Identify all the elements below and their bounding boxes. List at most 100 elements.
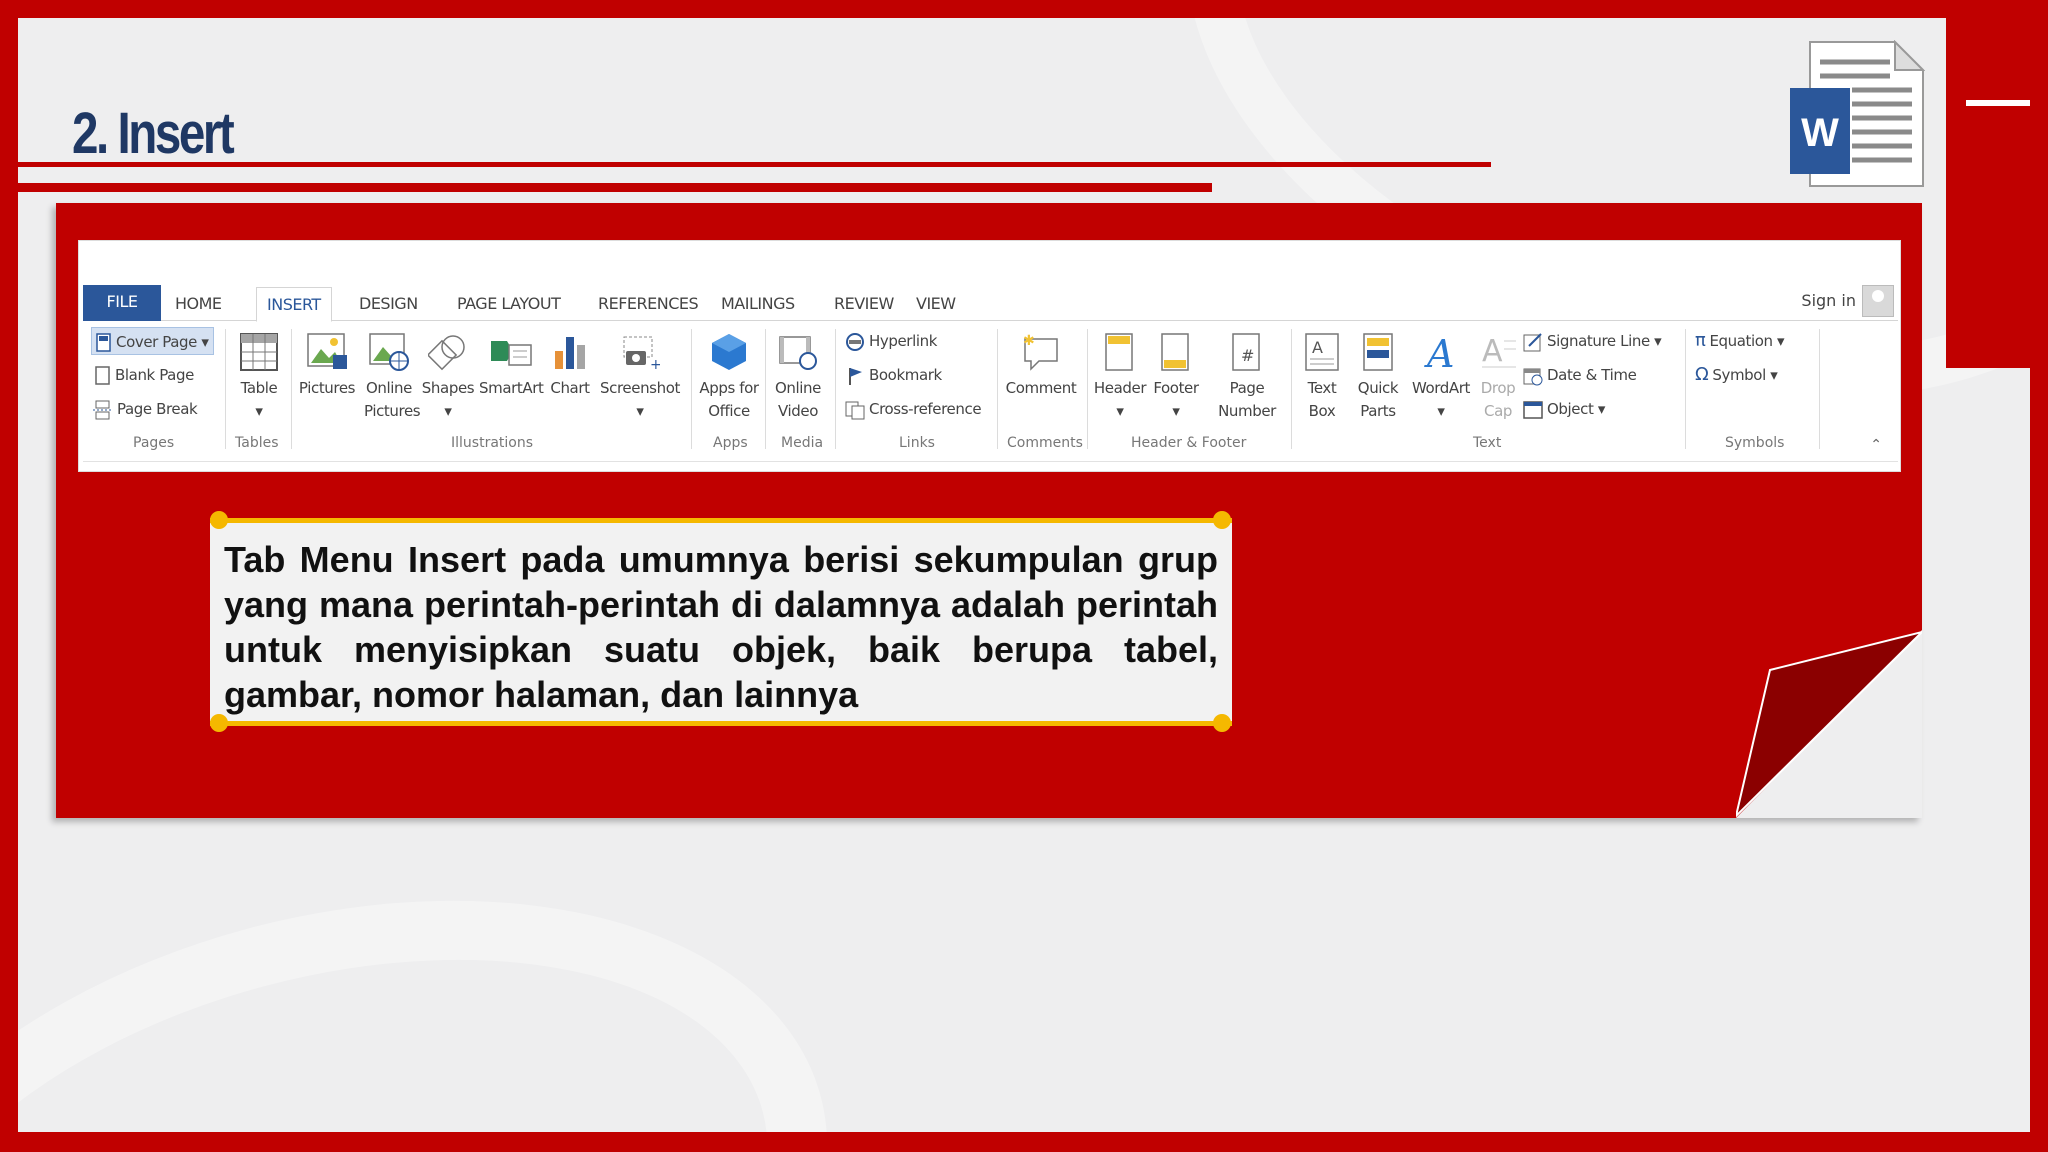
user-avatar-icon[interactable] <box>1862 285 1894 317</box>
shapes-button[interactable]: Shapes ▾ <box>421 333 475 423</box>
date-time-label: Date & Time <box>1547 366 1637 384</box>
table-icon <box>240 333 278 371</box>
page-break-label: Page Break <box>117 400 198 418</box>
footer-button[interactable]: Footer ▾ <box>1149 333 1203 423</box>
object-button[interactable]: Object ▾ <box>1523 395 1605 423</box>
callout-text: Tab Menu Insert pada umumnya berisi seku… <box>224 539 1218 715</box>
tab-review[interactable]: REVIEW <box>824 287 904 321</box>
quick-parts-button[interactable]: Quick Parts <box>1351 333 1405 423</box>
group-label-illustrations: Illustrations <box>451 435 534 451</box>
group-label-header-footer: Header & Footer <box>1131 435 1247 451</box>
word-ribbon-screenshot: FILE HOME INSERT DESIGN PAGE LAYOUT REFE… <box>78 240 1901 472</box>
online-video-button[interactable]: Online Video <box>771 333 825 423</box>
tab-view[interactable]: VIEW <box>906 287 966 321</box>
header-icon <box>1105 333 1133 371</box>
wordart-label: WordArt <box>1411 379 1471 397</box>
smartart-button[interactable]: SmartArt <box>479 333 544 400</box>
bookmark-icon <box>849 367 862 385</box>
chart-icon <box>555 337 585 369</box>
tab-file[interactable]: FILE <box>83 285 161 321</box>
cover-page-button[interactable]: Cover Page ▾ <box>91 327 214 355</box>
group-separator <box>291 329 292 449</box>
cross-reference-button[interactable]: Cross-reference <box>845 395 982 423</box>
collapse-ribbon-icon[interactable]: ⌃ <box>1870 437 1882 453</box>
cross-reference-label: Cross-reference <box>869 400 982 418</box>
group-separator <box>691 329 692 449</box>
footer-icon <box>1161 333 1189 371</box>
calendar-icon <box>1523 368 1543 385</box>
group-separator <box>225 329 226 449</box>
text-box-button[interactable]: A Text Box <box>1297 333 1347 423</box>
svg-text:#: # <box>1241 346 1254 365</box>
group-label-text: Text <box>1473 435 1502 451</box>
svg-text:+: + <box>650 357 660 371</box>
wordart-button[interactable]: A WordArt ▾ <box>1409 333 1473 423</box>
screenshot-button[interactable]: + Screenshot ▾ <box>597 333 683 423</box>
table-button[interactable]: Table ▾ <box>233 333 285 423</box>
apps-for-office-button[interactable]: Apps for Office <box>697 333 761 423</box>
comment-label: Comment <box>1005 379 1077 397</box>
symbol-button[interactable]: Ω Symbol ▾ <box>1695 361 1778 389</box>
title-underline-thick <box>18 183 1212 192</box>
drop-cap-label: Drop Cap <box>1480 379 1516 420</box>
tab-page-layout[interactable]: PAGE LAYOUT <box>447 287 570 321</box>
apps-for-office-icon <box>712 334 746 370</box>
ribbon-bottom-edge <box>83 461 1898 469</box>
group-separator <box>1819 329 1820 449</box>
online-pictures-label: Online Pictures <box>364 379 421 420</box>
screenshot-label: Screenshot <box>600 379 680 397</box>
pi-icon: π <box>1695 330 1706 351</box>
group-label-comments: Comments <box>1007 435 1083 451</box>
signature-line-button[interactable]: Signature Line ▾ <box>1523 327 1662 355</box>
tab-mailings[interactable]: MAILINGS <box>711 287 805 321</box>
tab-references[interactable]: REFERENCES <box>588 287 708 321</box>
bookmark-label: Bookmark <box>869 366 942 384</box>
online-pictures-button[interactable]: Online Pictures <box>359 333 421 423</box>
group-label-media: Media <box>781 435 824 451</box>
object-label: Object <box>1547 400 1594 418</box>
accent-dash <box>1966 100 2030 106</box>
header-label: Header <box>1093 379 1147 397</box>
signature-line-icon <box>1523 332 1542 351</box>
page-break-button[interactable]: Page Break <box>93 395 198 423</box>
svg-text:A: A <box>1424 333 1454 371</box>
header-button[interactable]: Header ▾ <box>1093 333 1147 423</box>
screenshot-icon: + <box>623 336 660 371</box>
tab-design[interactable]: DESIGN <box>349 287 428 321</box>
comment-button[interactable]: ✱ Comment <box>1003 333 1079 400</box>
slide-title: 2. Insert <box>72 101 235 166</box>
pictures-label: Pictures <box>298 379 356 397</box>
tab-home[interactable]: HOME <box>165 287 232 321</box>
sign-in-link[interactable]: Sign in <box>1801 291 1856 310</box>
group-separator <box>1685 329 1686 449</box>
blank-page-icon <box>95 365 110 385</box>
chart-label: Chart <box>550 379 590 397</box>
blank-page-label: Blank Page <box>115 366 194 384</box>
callout-corner-dot <box>1213 714 1231 732</box>
quick-parts-label: Quick Parts <box>1357 379 1399 420</box>
hyperlink-icon <box>846 332 864 351</box>
equation-button[interactable]: π Equation ▾ <box>1695 327 1785 355</box>
hyperlink-button[interactable]: Hyperlink <box>845 327 937 355</box>
page-curl-decoration <box>1736 630 1922 818</box>
shapes-icon <box>428 335 465 371</box>
online-video-label: Online Video <box>775 379 821 420</box>
text-box-icon: A <box>1305 333 1339 371</box>
svg-text:A: A <box>1482 334 1503 369</box>
bookmark-button[interactable]: Bookmark <box>845 361 942 389</box>
pictures-button[interactable]: Pictures <box>297 333 357 400</box>
tab-insert[interactable]: INSERT <box>256 287 332 322</box>
svg-text:A: A <box>1312 338 1323 357</box>
smartart-icon <box>491 341 532 366</box>
table-label: Table <box>240 379 278 397</box>
hyperlink-label: Hyperlink <box>869 332 938 350</box>
right-accent-strip <box>1946 18 2030 368</box>
group-label-apps: Apps <box>713 435 748 451</box>
drop-cap-button[interactable]: A Drop Cap <box>1475 333 1521 423</box>
date-time-button[interactable]: Date & Time <box>1523 361 1637 389</box>
page-number-button[interactable]: # Page Number <box>1207 333 1287 423</box>
blank-page-button[interactable]: Blank Page <box>95 361 194 389</box>
chart-button[interactable]: Chart <box>547 333 593 400</box>
quick-parts-icon <box>1363 333 1393 371</box>
page-number-label: Page Number <box>1218 379 1276 420</box>
